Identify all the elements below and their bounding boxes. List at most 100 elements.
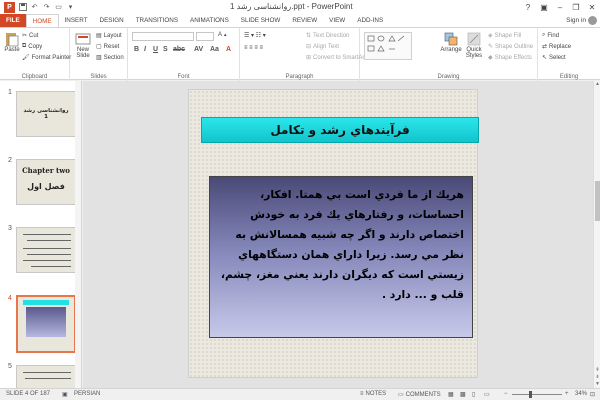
minimize-icon[interactable]: – [552, 0, 568, 14]
vertical-scrollbar[interactable]: ▲ ⇞ ⇟ ▼ [593, 81, 600, 388]
avatar[interactable] [588, 16, 597, 25]
shapes-gallery[interactable] [364, 32, 412, 60]
copy-button[interactable]: ⧉ Copy [22, 43, 42, 50]
tab-slide-show[interactable]: SLIDE SHOW [235, 14, 287, 27]
next-slide-icon[interactable]: ⇟ [594, 374, 600, 381]
layout-button[interactable]: ▤ Layout [96, 32, 122, 40]
slide-body-placeholder[interactable]: هريك از ما فردي است بي همتا. افكار، احسا… [209, 176, 473, 338]
previous-slide-icon[interactable]: ⇞ [594, 367, 600, 374]
spelling-icon[interactable]: ▣ [62, 391, 68, 398]
tab-review[interactable]: REVIEW [286, 14, 323, 27]
italic-button[interactable]: I [144, 46, 146, 53]
title-bar: P ↶ ↷ ▭ ▾ روانشناسی رشد 1.ppt - PowerPoi… [0, 0, 600, 14]
slide-thumbnail-1[interactable]: روانشناسی رشد 1 [16, 91, 76, 137]
cursor-icon: ↖ [542, 55, 548, 61]
zoom-out-icon[interactable]: − [504, 391, 508, 397]
paragraph-group: ☰ ▾ ☷ ▾ ≡ ≡ ≡ ≡ ⇅ Text Direction ⊟ Align T… [240, 28, 366, 81]
thumbnail-text-line [27, 240, 71, 241]
text-direction-button[interactable]: ⇅ Text Direction [306, 32, 349, 40]
slideshow-view-icon[interactable]: ▭ [484, 391, 490, 398]
help-icon[interactable]: ? [520, 0, 536, 14]
slide-thumbnail-5[interactable] [16, 365, 76, 388]
effects-icon: ◆ [488, 55, 493, 61]
scroll-down-icon[interactable]: ▼ [594, 381, 600, 388]
section-button[interactable]: ▥ Section [96, 54, 124, 62]
zoom-in-icon[interactable]: + [565, 391, 569, 397]
change-case-button[interactable]: Aa [210, 46, 219, 53]
tab-animations[interactable]: ANIMATIONS [184, 14, 235, 27]
paste-button[interactable]: Paste [3, 31, 21, 53]
align-buttons[interactable]: ≡ ≡ ≡ ≡ [244, 45, 263, 51]
shadow-button[interactable]: S [163, 46, 168, 53]
quick-styles-label: Quick Styles [465, 47, 483, 59]
undo-icon[interactable]: ↶ [30, 3, 39, 12]
slideshow-icon[interactable]: ▭ [54, 3, 63, 12]
shape-effects-label: Shape Effects [494, 54, 532, 61]
format-painter-button[interactable]: 🖌 Format Painter [22, 54, 71, 62]
customize-qat-icon[interactable]: ▾ [66, 3, 75, 12]
section-icon: ▥ [96, 55, 102, 61]
shape-fill-button[interactable]: ◈ Shape Fill [488, 32, 521, 40]
bullets-button[interactable]: ☰ ▾ ☷ ▾ [244, 32, 266, 39]
restore-icon[interactable]: ❐ [568, 0, 584, 14]
strikethrough-button[interactable]: abc [173, 46, 185, 53]
reset-button[interactable]: ▢ Reset [96, 43, 119, 51]
align-text-button[interactable]: ⊟ Align Text [306, 43, 339, 51]
grow-font-button[interactable]: A ▴ [218, 32, 227, 38]
paragraph-group-label: Paragraph [285, 74, 314, 80]
redo-icon[interactable]: ↷ [42, 3, 51, 12]
normal-view-icon[interactable]: ▦ [448, 391, 454, 398]
tab-home[interactable]: HOME [25, 14, 59, 27]
comments-button[interactable]: ▭ COMMENTS [398, 391, 441, 399]
arrange-icon [444, 32, 458, 46]
font-color-button[interactable]: A [226, 46, 231, 53]
find-label: Find [547, 32, 560, 39]
new-slide-button[interactable]: New Slide [72, 31, 94, 59]
reading-view-icon[interactable]: ▯ [472, 391, 475, 398]
zoom-level[interactable]: 34% [575, 391, 587, 397]
arrange-button[interactable]: Arrange [440, 31, 462, 53]
thumbnail-number: 2 [8, 157, 12, 164]
scroll-up-icon[interactable]: ▲ [594, 81, 600, 88]
zoom-slider-handle[interactable] [529, 391, 532, 398]
slide-thumbnail-4[interactable] [16, 295, 76, 353]
find-button[interactable]: ⌕ Find [542, 32, 559, 39]
bold-button[interactable]: B [134, 46, 139, 53]
quick-styles-button[interactable]: Quick Styles [463, 31, 485, 59]
shape-outline-button[interactable]: ✎ Shape Outline [488, 43, 534, 51]
font-size-input[interactable] [196, 32, 214, 41]
thumbnails-scrollbar[interactable] [75, 81, 81, 388]
close-icon[interactable]: ✕ [584, 0, 600, 14]
language-indicator[interactable]: PERSIAN [74, 391, 100, 397]
slide-thumbnail-3[interactable] [16, 227, 76, 273]
font-name-input[interactable] [132, 32, 194, 41]
current-slide[interactable]: فرآيندهاي رشد و تكامل هريك از ما فردي اس… [188, 89, 479, 378]
underline-button[interactable]: U [153, 46, 158, 53]
select-button[interactable]: ↖ Select [542, 54, 566, 62]
tab-insert[interactable]: INSERT [59, 14, 94, 27]
shape-outline-label: Shape Outline [495, 43, 534, 50]
fit-slide-icon[interactable]: ⊡ [590, 391, 595, 398]
sign-in-link[interactable]: Sign in [566, 17, 586, 24]
tab-file[interactable]: FILE [0, 14, 26, 27]
scrollbar-thumb[interactable] [595, 181, 600, 221]
slide-sorter-icon[interactable]: ▩ [460, 391, 466, 398]
char-spacing-button[interactable]: AV [194, 46, 203, 53]
thumbnail-number: 3 [8, 225, 12, 232]
shape-effects-button[interactable]: ◆ Shape Effects [488, 54, 532, 62]
zoom-slider[interactable] [512, 394, 562, 395]
slide-title-placeholder[interactable]: فرآيندهاي رشد و تكامل [201, 117, 479, 143]
tab-add-ins[interactable]: ADD-INS [351, 14, 389, 27]
text-direction-icon: ⇅ [306, 33, 312, 39]
tab-view[interactable]: VIEW [323, 14, 351, 27]
tab-transitions[interactable]: TRANSITIONS [130, 14, 184, 27]
cut-button[interactable]: ✂ Cut [22, 32, 38, 40]
replace-button[interactable]: ⇄ Replace [542, 43, 571, 51]
slide-thumbnail-2[interactable]: Chapter two فصل اول [16, 159, 76, 205]
save-icon[interactable] [18, 3, 27, 12]
tab-design[interactable]: DESIGN [94, 14, 130, 27]
ribbon-display-icon[interactable]: ▣ [536, 0, 552, 14]
convert-smartart-button[interactable]: ⊞ Convert to SmartArt [306, 54, 366, 62]
editing-group: ⌕ Find ⇄ Replace ↖ Select Editing [538, 28, 600, 81]
notes-button[interactable]: ≡ NOTES [360, 391, 386, 397]
